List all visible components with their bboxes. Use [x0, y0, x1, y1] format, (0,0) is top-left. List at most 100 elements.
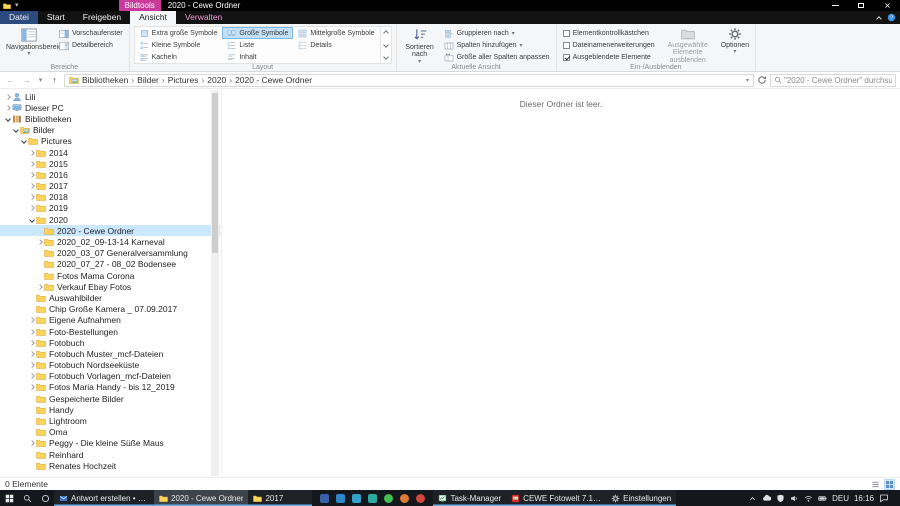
sidebar-scrollbar[interactable]: [211, 90, 219, 476]
chevron-right-icon[interactable]: [27, 173, 36, 177]
taskbar-button-cewe-fotowelt-7-1-0[interactable]: CEWE Fotowelt 7.1.0 (...: [506, 490, 606, 506]
maximize-button[interactable]: [848, 0, 874, 11]
breadcrumb-separator-icon[interactable]: ›: [229, 75, 232, 85]
language-indicator[interactable]: DEU: [832, 494, 849, 503]
gallery-scroll-down-button[interactable]: [381, 39, 391, 51]
tree-item-fotos-maria-handy-bis-12-2019[interactable]: Fotos Maria Handy - bis 12_2019: [0, 382, 220, 393]
history-dropdown-icon[interactable]: ▾: [36, 76, 45, 84]
navigation-pane-button[interactable]: Navigationsbereich ▾: [4, 26, 54, 58]
chevron-right-icon[interactable]: [35, 240, 44, 244]
taskbar-button-task-manager[interactable]: Task-Manager: [433, 490, 506, 506]
tree-item-fotobuch-muster-mcf-dateien[interactable]: Fotobuch Muster_mcf-Dateien: [0, 348, 220, 359]
taskbar-app-3-icon[interactable]: [352, 494, 361, 503]
layout-option-extra-große-symbole[interactable]: Extra große Symbole: [135, 27, 223, 39]
tree-item-handy[interactable]: Handy: [0, 404, 220, 415]
layout-option-kacheln[interactable]: Kacheln: [135, 51, 223, 63]
tree-item-2015[interactable]: 2015: [0, 158, 220, 169]
taskbar-button-2020-cewe-ordner[interactable]: 2020 - Cewe Ordner: [154, 490, 248, 506]
layout-option-kleine-symbole[interactable]: Kleine Symbole: [135, 39, 223, 51]
details-view-toggle[interactable]: [870, 479, 881, 490]
tree-item-2020-cewe-ordner[interactable]: 2020 - Cewe Ordner: [0, 225, 220, 236]
tree-item-oma[interactable]: Oma: [0, 427, 220, 438]
action-center-icon[interactable]: [879, 493, 889, 503]
taskbar-button-antwort-erstellen-ce[interactable]: Antwort erstellen • CE...: [54, 490, 154, 506]
taskbar-search-button[interactable]: [18, 490, 36, 506]
back-button[interactable]: ←: [4, 75, 17, 85]
layout-option-details[interactable]: Details: [293, 39, 379, 51]
tree-item-bibliotheken[interactable]: Bibliotheken: [0, 113, 220, 124]
breadcrumb-separator-icon[interactable]: ›: [162, 75, 165, 85]
tree-item-fotobuch-vorlagen-mcf-dateien[interactable]: Fotobuch Vorlagen_mcf-Dateien: [0, 371, 220, 382]
layout-option-große-symbole[interactable]: Große Symbole: [222, 27, 293, 39]
breadcrumb-separator-icon[interactable]: ›: [201, 75, 204, 85]
layout-option-mittelgroße-symbole[interactable]: Mittelgroße Symbole: [293, 27, 379, 39]
tree-item-2020-03-07-generalversammlung[interactable]: 2020_03_07 Generalversammlung: [0, 248, 220, 259]
chevron-down-icon[interactable]: [27, 218, 36, 222]
breadcrumb-segment-bilder[interactable]: Bilder: [137, 75, 159, 85]
chevron-right-icon[interactable]: [27, 184, 36, 188]
taskbar-app-2-icon[interactable]: [336, 494, 345, 503]
thumbnail-view-toggle[interactable]: [884, 479, 895, 490]
up-button[interactable]: ↑: [48, 75, 61, 85]
add-columns-button[interactable]: Spalten hinzufügen ▾: [442, 40, 552, 51]
tree-item-lightroom[interactable]: Lightroom: [0, 415, 220, 426]
taskbar-button-einstellungen[interactable]: Einstellungen: [606, 490, 676, 506]
breadcrumb-bar[interactable]: Bibliotheken›Bilder›Pictures›2020›2020 -…: [64, 74, 754, 87]
network-icon[interactable]: [804, 494, 813, 503]
tree-item-2020-02-09-13-14-karneval[interactable]: 2020_02_09-13-14 Karneval: [0, 236, 220, 247]
chevron-down-icon[interactable]: [11, 128, 20, 132]
checkbox-icon[interactable]: [563, 54, 570, 61]
shield-icon[interactable]: [776, 494, 785, 503]
sidebar-scrollbar-thumb[interactable]: [212, 93, 218, 253]
tree-item-2017[interactable]: 2017: [0, 181, 220, 192]
address-dropdown-icon[interactable]: ▾: [746, 77, 749, 84]
hide-selected-button[interactable]: Ausgewählte Elemente ausblenden: [660, 26, 716, 65]
checkbox-elementkontrollkästchen[interactable]: Elementkontrollkästchen: [561, 28, 657, 39]
checkbox-ausgeblendete-elemente[interactable]: Ausgeblendete Elemente: [561, 52, 657, 63]
taskbar-app-5-icon[interactable]: [384, 494, 393, 503]
chevron-right-icon[interactable]: [27, 318, 36, 322]
tree-item-chip-große-kamera-07-09-2017[interactable]: Chip Große Kamera _ 07.09.2017: [0, 304, 220, 315]
chevron-down-icon[interactable]: [3, 117, 12, 121]
tree-item-peggy-die-kleine-süße-maus[interactable]: Peggy - Die kleine Süße Maus: [0, 438, 220, 449]
chevron-right-icon[interactable]: [27, 352, 36, 356]
volume-icon[interactable]: [790, 494, 799, 503]
tree-item-lili[interactable]: Lili: [0, 91, 220, 102]
chevron-up-icon[interactable]: [748, 494, 757, 503]
tree-item-fotobuch[interactable]: Fotobuch: [0, 337, 220, 348]
chevron-down-icon[interactable]: [19, 139, 28, 143]
tree-item-fotobuch-nordseeküste[interactable]: Fotobuch Nordseeküste: [0, 360, 220, 371]
tab-verwalten[interactable]: Verwalten: [176, 11, 231, 24]
close-button[interactable]: [874, 0, 900, 11]
tree-item-fotos-mama-corona[interactable]: Fotos Mama Corona: [0, 270, 220, 281]
refresh-icon[interactable]: [757, 75, 767, 85]
tree-item-2020[interactable]: 2020: [0, 214, 220, 225]
tab-ansicht[interactable]: Ansicht: [130, 11, 176, 24]
qat-dropdown-icon[interactable]: ▾: [15, 0, 19, 11]
layout-option-inhalt[interactable]: Inhalt: [222, 51, 293, 63]
tab-datei[interactable]: Datei: [0, 11, 38, 24]
chevron-right-icon[interactable]: [27, 195, 36, 199]
taskbar-app-4-icon[interactable]: [368, 494, 377, 503]
tree-item-renates-hochzeit[interactable]: Renates Hochzeit: [0, 460, 220, 471]
chevron-right-icon[interactable]: [3, 106, 12, 110]
chevron-right-icon[interactable]: [27, 385, 36, 389]
gallery-scroll-up-button[interactable]: [381, 27, 391, 39]
breadcrumb-segment-bibliotheken[interactable]: Bibliotheken: [82, 75, 128, 85]
battery-icon[interactable]: [818, 494, 827, 503]
forward-button[interactable]: →: [20, 75, 33, 85]
checkbox-icon[interactable]: [563, 42, 570, 49]
cortana-button[interactable]: [36, 490, 54, 506]
chevron-right-icon[interactable]: [27, 206, 36, 210]
help-icon[interactable]: ?: [887, 13, 896, 22]
search-input[interactable]: [784, 76, 892, 85]
chevron-right-icon[interactable]: [27, 151, 36, 155]
breadcrumb-separator-icon[interactable]: ›: [131, 75, 134, 85]
chevron-right-icon[interactable]: [27, 330, 36, 334]
tree-item-2019[interactable]: 2019: [0, 203, 220, 214]
options-button[interactable]: Optionen ▾: [719, 26, 751, 56]
taskbar-button-2017[interactable]: 2017: [248, 490, 312, 506]
tree-item-2014[interactable]: 2014: [0, 147, 220, 158]
tree-item-2020-07-27-08-02-bodensee[interactable]: 2020_07_27 - 08_02 Bodensee: [0, 259, 220, 270]
sort-by-button[interactable]: Sortieren nach ▾: [401, 26, 439, 66]
